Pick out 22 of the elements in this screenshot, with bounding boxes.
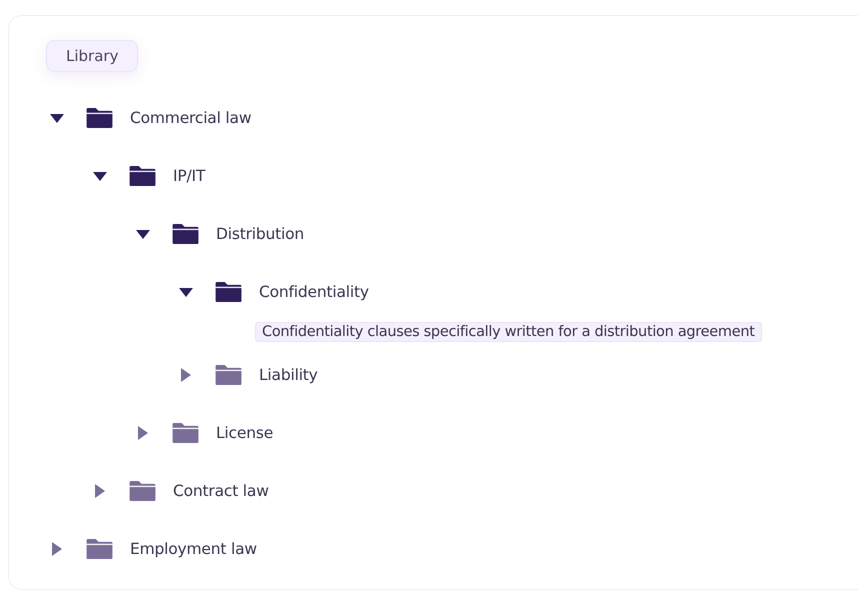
folder-icon <box>214 364 244 386</box>
folder-label[interactable]: Employment law <box>130 540 257 558</box>
folder-icon <box>128 480 158 502</box>
folder-label[interactable]: Confidentiality <box>259 283 369 301</box>
collapse-arrow-icon[interactable] <box>135 227 151 241</box>
folder-description: Confidentiality clauses specifically written for a distribution agreement <box>255 322 762 342</box>
folder-label[interactable]: IP/IT <box>173 167 206 185</box>
folder-label[interactable]: Liability <box>259 366 318 384</box>
folder-icon <box>171 223 201 245</box>
folder-icon <box>128 165 158 187</box>
folder-label[interactable]: License <box>216 424 274 442</box>
collapse-arrow-icon[interactable] <box>178 285 194 299</box>
folder-icon <box>85 538 115 560</box>
library-tab[interactable]: Library <box>46 40 138 72</box>
folder-label[interactable]: Distribution <box>216 225 304 243</box>
folder-label[interactable]: Commercial law <box>130 109 252 127</box>
collapse-arrow-icon[interactable] <box>49 111 65 125</box>
folder-icon <box>171 422 201 444</box>
folder-label[interactable]: Contract law <box>173 482 269 500</box>
folder-icon <box>85 107 115 129</box>
folder-icon <box>214 281 244 303</box>
collapse-arrow-icon[interactable] <box>92 169 108 183</box>
